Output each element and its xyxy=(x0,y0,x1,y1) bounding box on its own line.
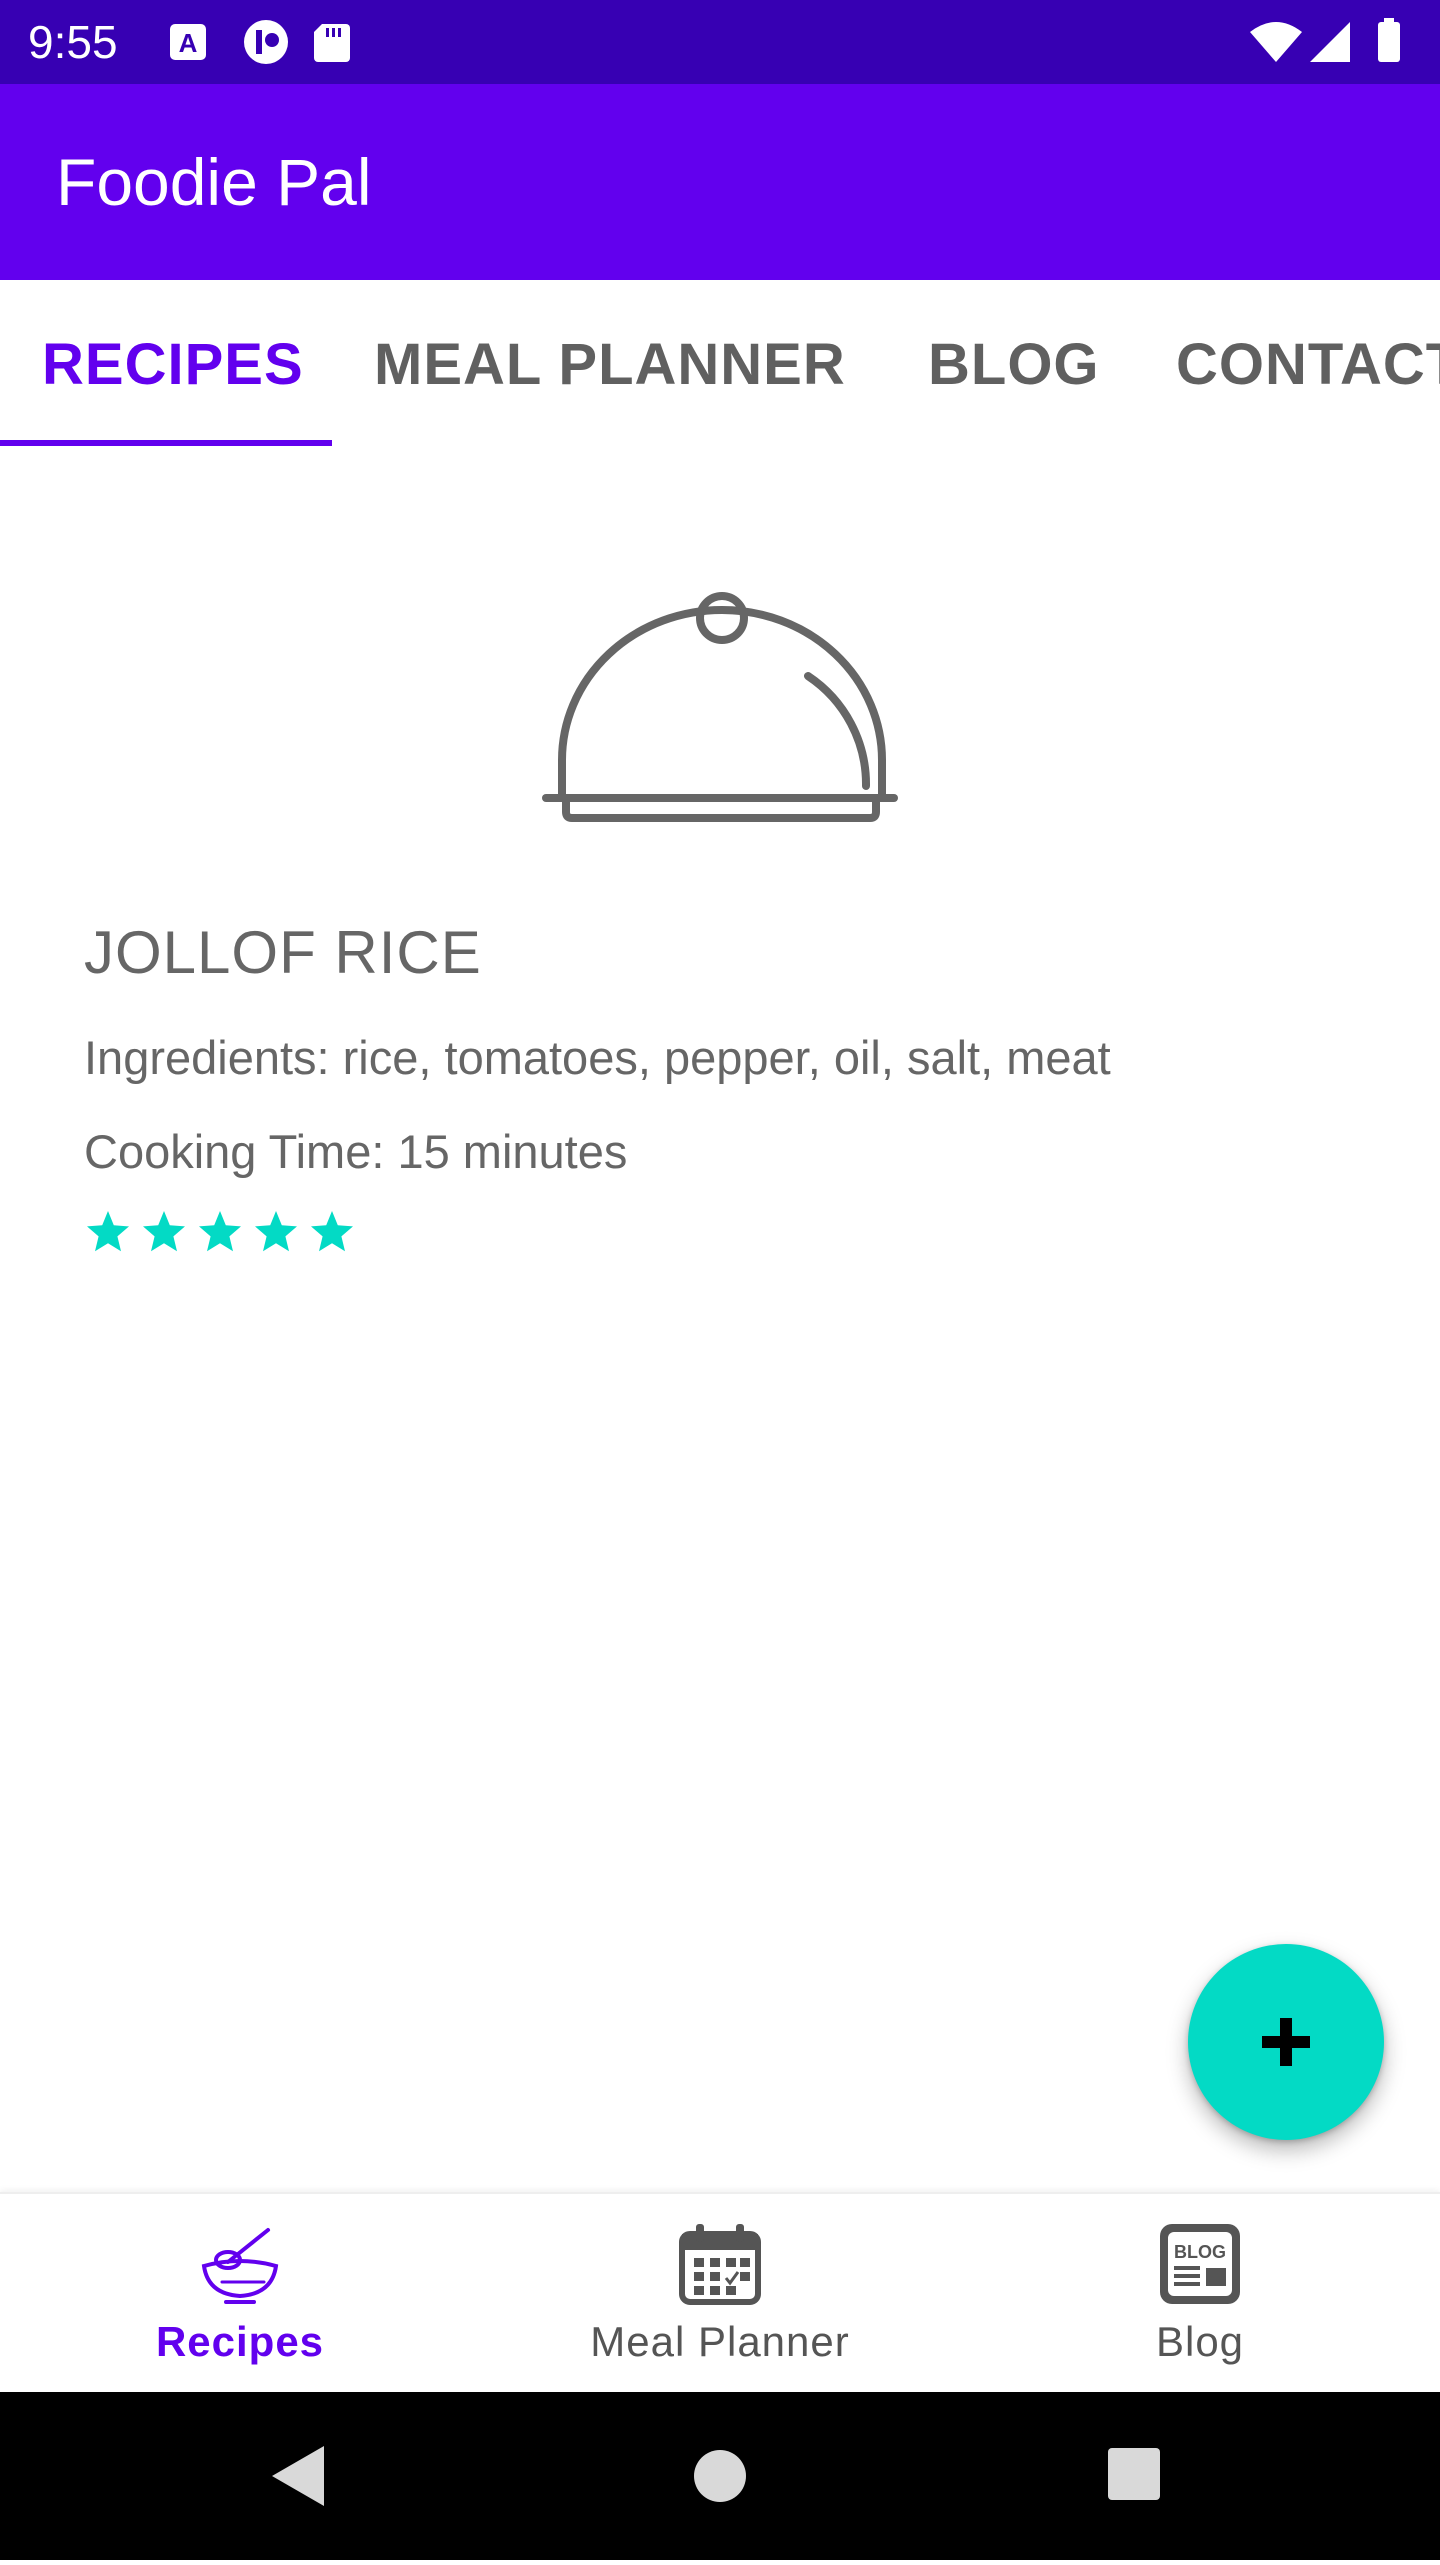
nav-label-meal-planner: Meal Planner xyxy=(590,2318,850,2365)
app-bar: Foodie Pal xyxy=(0,84,1440,280)
a-notification-icon: A xyxy=(170,24,206,60)
mixing-bowl-icon xyxy=(201,2228,279,2304)
wifi-icon xyxy=(1250,22,1302,62)
star-icon xyxy=(199,1211,241,1252)
app-title: Foodie Pal xyxy=(56,145,372,219)
system-navigation-bar xyxy=(0,2392,1440,2560)
recipe-ingredients: Ingredients: rice, tomatoes, pepper, oil… xyxy=(84,1031,1111,1084)
sd-card-icon xyxy=(314,24,350,62)
app-notification-icon xyxy=(244,20,288,64)
nav-label-recipes: Recipes xyxy=(155,2318,325,2365)
recipe-cooking-time: Cooking Time: 15 minutes xyxy=(84,1125,628,1178)
tab-meal-planner[interactable]: MEAL PLANNER xyxy=(374,282,846,448)
status-bar: 9:55 A xyxy=(0,0,1440,84)
recents-icon[interactable] xyxy=(1108,2448,1160,2500)
tab-blog[interactable]: BLOG xyxy=(928,282,1100,448)
tab-recipes[interactable]: RECIPES xyxy=(42,282,304,448)
nav-item-blog[interactable]: BLOG Blog xyxy=(960,2194,1440,2394)
svg-text:BLOG: BLOG xyxy=(1174,2242,1226,2262)
nav-item-recipes[interactable]: Recipes xyxy=(0,2194,480,2394)
star-icon xyxy=(311,1211,353,1252)
rating-stars xyxy=(84,1208,356,1268)
star-icon xyxy=(143,1211,185,1252)
blog-icon: BLOG xyxy=(1160,2224,1240,2304)
tab-contact[interactable]: CONTACT xyxy=(1176,282,1440,448)
add-recipe-button[interactable] xyxy=(1188,1944,1384,2140)
bottom-navigation: Recipes Meal Planner BLOG Blog xyxy=(0,2192,1440,2394)
nav-label-blog: Blog xyxy=(1155,2318,1245,2365)
recipe-title: JOLLOF RICE xyxy=(84,919,482,986)
home-icon[interactable] xyxy=(694,2450,746,2502)
tab-indicator xyxy=(0,440,332,446)
signal-icon xyxy=(1310,22,1350,62)
star-icon xyxy=(255,1211,297,1252)
nav-item-meal-planner[interactable]: Meal Planner xyxy=(480,2194,960,2394)
status-notification-icons: A xyxy=(170,20,350,64)
back-icon[interactable] xyxy=(272,2446,324,2506)
status-time: 9:55 xyxy=(28,16,118,68)
star-icon xyxy=(87,1211,129,1252)
battery-icon xyxy=(1378,22,1400,62)
food-cloche-icon xyxy=(542,592,898,822)
status-system-icons xyxy=(1250,18,1400,62)
svg-text:A: A xyxy=(179,28,198,58)
calendar-icon xyxy=(679,2224,761,2305)
tab-bar: RECIPES MEAL PLANNER BLOG CONTACT xyxy=(0,282,1440,448)
plus-icon xyxy=(1262,2018,1310,2066)
